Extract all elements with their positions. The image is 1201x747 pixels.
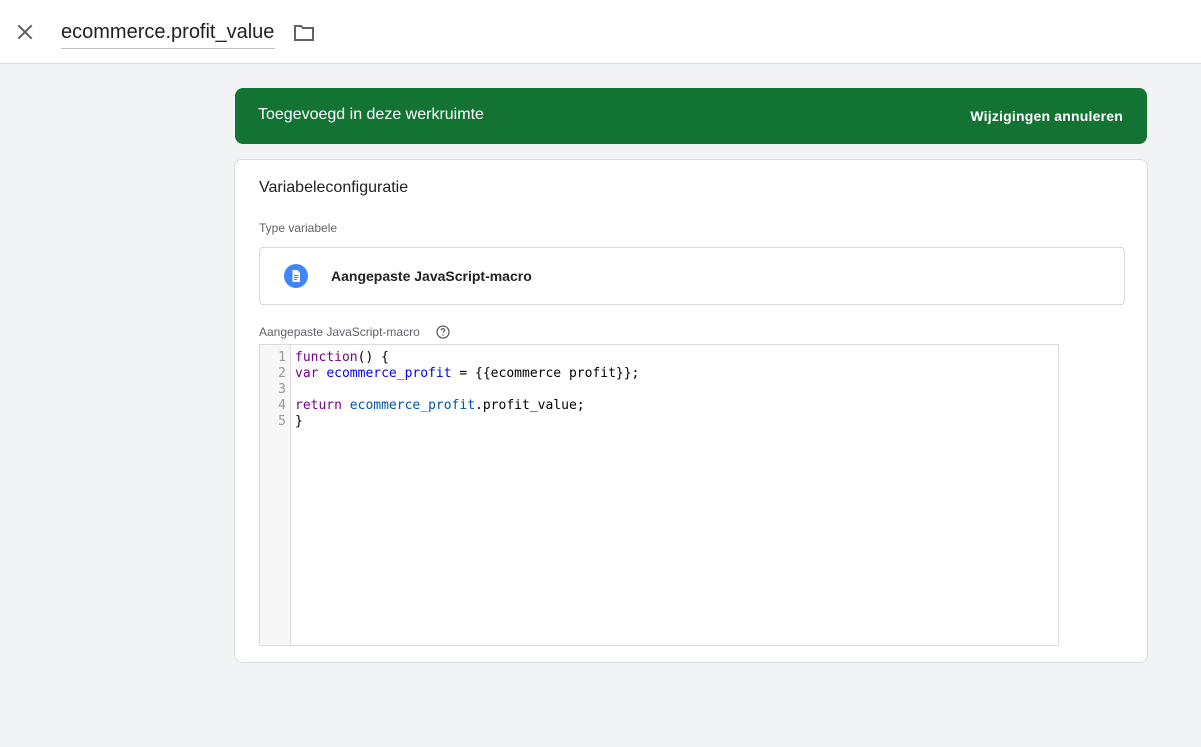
code-identifier: ecommerce_profit: [326, 366, 452, 381]
card-title: Variabeleconfiguratie: [259, 179, 409, 196]
code-text: }: [295, 414, 303, 429]
code-text: .profit_value;: [475, 398, 585, 413]
code-line: function() {: [295, 350, 389, 366]
code-keyword: function: [295, 350, 358, 365]
variable-config-card: Variabeleconfiguratie Type variabele Aan…: [234, 159, 1148, 663]
line-number: 2: [278, 366, 286, 381]
code-keyword: return: [295, 398, 342, 413]
code-line: return ecommerce_profit.profit_value;: [295, 398, 585, 414]
help-icon[interactable]: [435, 324, 451, 340]
discard-changes-button[interactable]: Wijzigingen annuleren: [970, 107, 1123, 125]
line-number: 5: [278, 414, 286, 429]
code-identifier: ecommerce_profit: [349, 398, 476, 413]
workspace-status-banner: Toegevoegd in deze werkruimte Wijziginge…: [235, 88, 1147, 144]
line-number: 3: [278, 382, 286, 397]
document-icon: [284, 264, 308, 288]
variable-type-name: Aangepaste JavaScript-macro: [331, 268, 532, 284]
code-editor-label: Aangepaste JavaScript-macro: [259, 325, 420, 339]
folder-button[interactable]: [290, 19, 318, 47]
code-text: () {: [357, 350, 389, 365]
code-editor[interactable]: 1 2 3 4 5 function() { var ecommerce_pro…: [259, 344, 1059, 646]
top-bar: ecommerce.profit_value: [0, 0, 1201, 64]
variable-type-label: Type variabele: [259, 221, 338, 235]
banner-text: Toegevoegd in deze werkruimte: [258, 106, 484, 123]
line-number-gutter: 1 2 3 4 5: [260, 345, 291, 645]
folder-icon: [294, 25, 314, 41]
line-number: 4: [278, 398, 286, 413]
variable-name-input[interactable]: ecommerce.profit_value: [61, 19, 276, 49]
code-text: = {{ecommerce profit}};: [451, 366, 640, 381]
code-keyword: var: [295, 366, 319, 381]
line-number: 1: [278, 350, 286, 365]
variable-type-selector[interactable]: Aangepaste JavaScript-macro: [259, 247, 1125, 305]
code-line: }: [295, 414, 303, 430]
close-button[interactable]: [9, 16, 41, 48]
code-line: var ecommerce_profit = {{ecommerce profi…: [295, 366, 639, 382]
close-icon: [17, 24, 33, 40]
